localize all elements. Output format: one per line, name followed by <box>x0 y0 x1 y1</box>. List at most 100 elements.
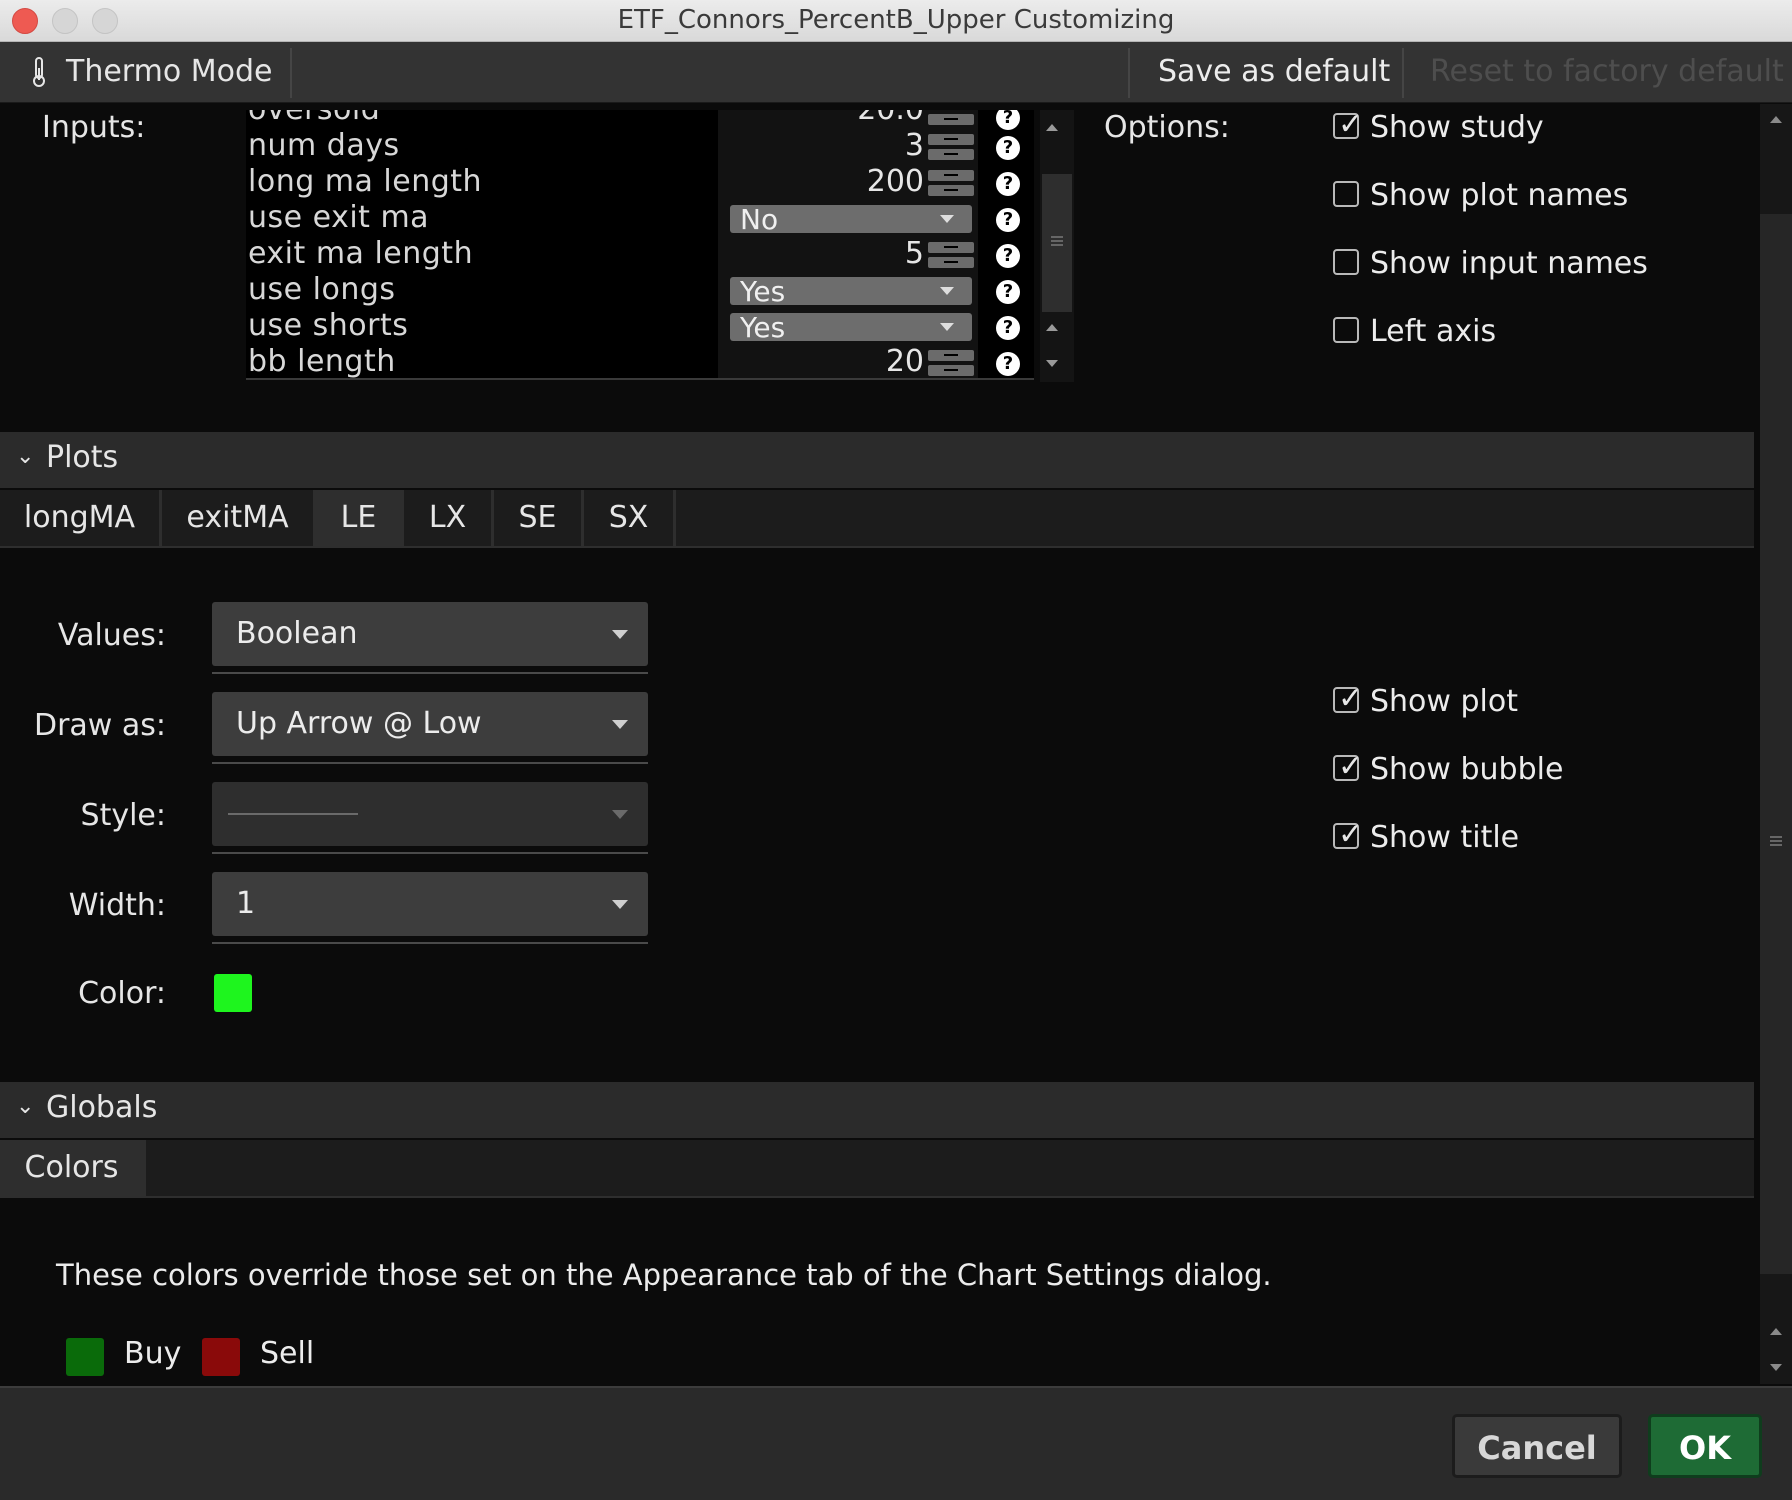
value-stepper[interactable] <box>928 350 974 378</box>
values-select[interactable]: Boolean <box>212 602 648 666</box>
select-value: No <box>740 205 779 233</box>
options-label: Options: <box>1104 110 1230 145</box>
checkmark-icon: ✓ <box>1338 749 1364 784</box>
input-row-num-days[interactable]: num days 3 ? <box>246 128 1034 166</box>
sell-label: Sell <box>260 1336 315 1371</box>
help-icon[interactable]: ? <box>996 352 1020 376</box>
line-style-icon <box>228 813 358 815</box>
show-plot-names-checkbox[interactable] <box>1333 181 1359 207</box>
input-row-long-ma-length[interactable]: long ma length 200 ? <box>246 164 1034 202</box>
ok-button[interactable]: OK <box>1648 1414 1762 1478</box>
value-stepper[interactable] <box>928 170 974 198</box>
scroll-thumb[interactable] <box>1042 174 1072 312</box>
scroll-up-icon[interactable] <box>1046 324 1058 331</box>
draw-as-label: Draw as: <box>33 708 166 743</box>
chevron-down-icon: ⌄ <box>16 444 35 469</box>
scroll-up-icon[interactable] <box>1046 124 1058 131</box>
input-row-use-exit-ma[interactable]: use exit ma No ? <box>246 200 1034 238</box>
thermo-mode-label: Thermo Mode <box>66 54 273 89</box>
tab-exitma[interactable]: exitMA <box>162 490 316 546</box>
scroll-down-icon[interactable] <box>1046 360 1058 367</box>
toolbar-divider <box>1402 48 1404 98</box>
width-select[interactable]: 1 <box>212 872 648 936</box>
tab-longma[interactable]: longMA <box>0 490 162 546</box>
save-as-default-button[interactable]: Save as default <box>1158 42 1390 102</box>
chevron-down-icon <box>940 287 954 295</box>
left-axis-checkbox[interactable] <box>1333 317 1359 343</box>
show-title-checkbox[interactable]: ✓ <box>1333 817 1363 852</box>
inputs-scrollbar[interactable] <box>1040 110 1074 382</box>
reset-factory-default-button[interactable]: Reset to factory default <box>1430 42 1784 102</box>
show-study-label: Show study <box>1370 110 1544 145</box>
chevron-down-icon <box>612 720 628 729</box>
sell-color-swatch[interactable] <box>202 1338 240 1376</box>
input-name: oversold <box>248 110 380 127</box>
globals-section-header[interactable]: ⌄ Globals <box>0 1082 1754 1138</box>
show-plot-names-label: Show plot names <box>1370 178 1629 213</box>
input-value[interactable]: 5 <box>905 236 924 271</box>
plots-section-title: Plots <box>46 440 119 475</box>
input-row-oversold[interactable]: oversold 20.0 ? <box>246 110 1034 130</box>
chevron-down-icon <box>940 323 954 331</box>
cancel-button[interactable]: Cancel <box>1452 1414 1622 1478</box>
help-icon[interactable]: ? <box>996 136 1020 160</box>
input-name: exit ma length <box>248 236 474 271</box>
plots-section-header[interactable]: ⌄ Plots <box>0 432 1754 488</box>
inputs-table: oversold 20.0 ? num days 3 ? long ma len… <box>246 110 1034 380</box>
plot-color-swatch[interactable] <box>214 974 252 1012</box>
input-value[interactable]: 20.0 <box>857 110 924 127</box>
scroll-thumb[interactable] <box>1760 214 1792 1274</box>
use-longs-select[interactable]: Yes <box>730 277 972 305</box>
help-icon[interactable]: ? <box>996 208 1020 232</box>
show-plot-checkbox[interactable]: ✓ <box>1333 681 1363 716</box>
toolbar-divider <box>1128 48 1130 98</box>
width-select-value: 1 <box>236 886 256 921</box>
input-value[interactable]: 20 <box>886 344 924 379</box>
chevron-down-icon <box>612 900 628 909</box>
main-scrollbar[interactable] <box>1760 104 1792 1384</box>
help-icon[interactable]: ? <box>996 172 1020 196</box>
window-title: ETF_Connors_PercentB_Upper Customizing <box>617 5 1175 35</box>
tab-se[interactable]: SE <box>494 490 584 546</box>
input-row-use-shorts[interactable]: use shorts Yes ? <box>246 308 1034 346</box>
draw-as-select-value: Up Arrow @ Low <box>236 706 482 741</box>
input-value[interactable]: 200 <box>867 164 924 199</box>
checkmark-icon: ✓ <box>1338 681 1364 716</box>
style-select[interactable] <box>212 782 648 846</box>
checkmark-icon: ✓ <box>1338 107 1364 142</box>
scroll-up-icon[interactable] <box>1770 1328 1782 1335</box>
scroll-up-icon[interactable] <box>1770 116 1782 123</box>
input-row-bb-length[interactable]: bb length 20 ? <box>246 344 1034 380</box>
show-bubble-checkbox[interactable]: ✓ <box>1333 749 1363 784</box>
use-shorts-select[interactable]: Yes <box>730 313 972 341</box>
scroll-down-icon[interactable] <box>1770 1364 1782 1371</box>
tab-le[interactable]: LE <box>316 490 404 546</box>
divider <box>212 672 648 674</box>
divider <box>212 942 648 944</box>
value-stepper[interactable] <box>928 242 974 270</box>
buy-color-swatch[interactable] <box>66 1338 104 1376</box>
show-input-names-checkbox[interactable] <box>1333 249 1359 275</box>
input-row-use-longs[interactable]: use longs Yes ? <box>246 272 1034 310</box>
help-icon[interactable]: ? <box>996 244 1020 268</box>
input-name: use shorts <box>248 308 409 343</box>
tab-colors[interactable]: Colors <box>0 1140 146 1196</box>
help-icon[interactable]: ? <box>996 110 1020 130</box>
value-stepper[interactable] <box>928 110 974 126</box>
toolbar: Thermo Mode Save as default Reset to fac… <box>0 42 1792 103</box>
help-icon[interactable]: ? <box>996 280 1020 304</box>
use-exit-ma-select[interactable]: No <box>730 205 972 233</box>
color-label: Color: <box>78 976 166 1011</box>
tab-lx[interactable]: LX <box>404 490 494 546</box>
help-icon[interactable]: ? <box>996 316 1020 340</box>
input-name: num days <box>248 128 400 163</box>
value-stepper[interactable] <box>928 134 974 162</box>
draw-as-select[interactable]: Up Arrow @ Low <box>212 692 648 756</box>
input-row-exit-ma-length[interactable]: exit ma length 5 ? <box>246 236 1034 274</box>
toolbar-divider <box>290 48 292 98</box>
tab-sx[interactable]: SX <box>584 490 676 546</box>
buy-label: Buy <box>124 1336 182 1371</box>
input-name: bb length <box>248 344 396 379</box>
input-value[interactable]: 3 <box>905 128 924 163</box>
show-study-checkbox[interactable]: ✓ <box>1333 107 1363 142</box>
